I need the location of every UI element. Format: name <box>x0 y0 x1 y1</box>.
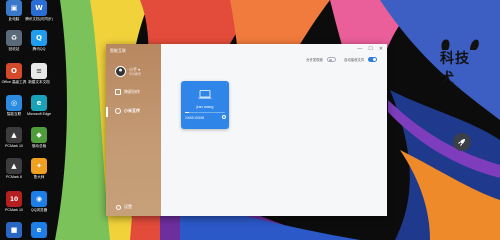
watermark-logo: 科技犬 <box>436 36 484 87</box>
device-card[interactable]: ◦ jian wang 20MB/180MB <box>181 81 229 129</box>
gear-icon <box>116 204 121 210</box>
screen-icon <box>115 89 121 95</box>
recycle-bin-icon: ♻ <box>6 30 22 46</box>
desktop-icon-pcmark10[interactable]: ▲ PCMark 10 <box>1 127 27 148</box>
pcmark-icon: ▲ <box>6 127 22 143</box>
desktop-icon-qq[interactable]: Q 腾讯QQ <box>26 30 52 51</box>
close-button[interactable]: ✕ <box>379 46 383 52</box>
discoverable-toggle[interactable] <box>326 57 336 62</box>
desktop-icon-new-text-file[interactable]: ≡ 新建文本文档 <box>26 63 52 84</box>
rocket-icon <box>458 139 465 146</box>
office-icon: O <box>6 63 22 79</box>
discoverable-label: 允许发现我 <box>306 58 323 62</box>
pcmark-icon: 10 <box>6 191 22 207</box>
rocket-float-button[interactable] <box>453 133 471 151</box>
pc-icon: ▣ <box>6 0 22 16</box>
minimize-button[interactable]: — <box>357 46 362 52</box>
auto-receive-toggle[interactable] <box>368 57 378 62</box>
maximize-button[interactable]: ☐ <box>368 46 372 52</box>
transfer-progress <box>185 112 225 114</box>
auto-receive-label: 自动接收文件 <box>343 58 365 62</box>
desktop-icon-office-tools[interactable]: O Office 高级工具 <box>1 63 27 84</box>
desktop-icon-driver[interactable]: ◆ 驱动总裁 <box>26 127 52 148</box>
active-indicator <box>106 107 108 117</box>
desktop-icon-recycle-bin[interactable]: ♻ 回收站 <box>1 30 27 51</box>
driver-icon: ◆ <box>31 127 47 143</box>
device-name: jian wang <box>196 104 214 109</box>
desktop-icon-ludashi[interactable]: ✦ 鲁大师 <box>26 158 52 179</box>
user-subtitle: 华为账号 <box>129 72 142 76</box>
more-icon[interactable]: ◦ <box>226 82 227 86</box>
app-icon: ■ <box>6 222 22 238</box>
desktop-icon-edge[interactable]: e Microsoft Edge <box>26 95 52 116</box>
pcmark-icon: ▲ <box>6 158 22 174</box>
share-icon <box>115 108 121 114</box>
desktop-icon-app-b[interactable]: e <box>26 222 52 238</box>
desktop-icon-tencent-docs[interactable]: W 腾讯文档(可同步) <box>25 0 53 21</box>
user-profile[interactable]: 小手 ▾ 华为账号 <box>115 66 141 77</box>
smart-connect-icon: ◎ <box>6 95 22 111</box>
laptop-icon <box>198 90 212 99</box>
desktop-icon-pcmark8[interactable]: ▲ PCMark 8 <box>1 158 27 179</box>
device-settings-icon[interactable] <box>222 115 226 119</box>
qq-browser-icon: ◉ <box>31 191 47 207</box>
qq-icon: Q <box>31 30 47 46</box>
toggle-row: 允许发现我 自动接收文件 <box>306 57 378 62</box>
progress-fill <box>185 112 190 114</box>
sidebar: 智能互联 小手 ▾ 华为账号 跨屏协作 小米互传 设置 <box>106 44 161 216</box>
docs-icon: W <box>31 0 47 16</box>
settings-button[interactable]: 设置 <box>116 204 132 210</box>
smart-connect-window: 智能互联 小手 ▾ 华为账号 跨屏协作 小米互传 设置 — ☐ ✕ 允许发现我 … <box>106 44 387 216</box>
desktop-icon-this-pc[interactable]: ▣ 此电脑 <box>1 0 27 21</box>
edge-icon: e <box>31 95 47 111</box>
desktop-icon-qq-browser[interactable]: ◉ QQ浏览器 <box>26 191 52 212</box>
avatar <box>115 66 126 77</box>
nav-item-cross-screen[interactable]: 跨屏协作 <box>115 89 140 95</box>
text-file-icon: ≡ <box>31 63 47 79</box>
desktop-icon-pcmark10-b[interactable]: 10 PCMark 10 <box>1 191 27 212</box>
browser-icon: e <box>31 222 47 238</box>
app-title: 智能互联 <box>110 48 126 53</box>
desktop-icons: ▣ 此电脑 W 腾讯文档(可同步) ♻ 回收站 Q 腾讯QQ O Office … <box>0 0 60 240</box>
desktop-icon-smart-connect[interactable]: ◎ 智能互联 <box>1 95 27 116</box>
main-panel: — ☐ ✕ 允许发现我 自动接收文件 ◦ jian wang 20MB/180M… <box>161 44 387 216</box>
nav-item-mi-share[interactable]: 小米互传 <box>115 108 140 114</box>
transfer-size: 20MB/180MB <box>185 116 205 120</box>
window-controls: — ☐ ✕ <box>357 46 383 52</box>
desktop-icon-app-a[interactable]: ■ <box>1 222 27 238</box>
ludashi-icon: ✦ <box>31 158 47 174</box>
